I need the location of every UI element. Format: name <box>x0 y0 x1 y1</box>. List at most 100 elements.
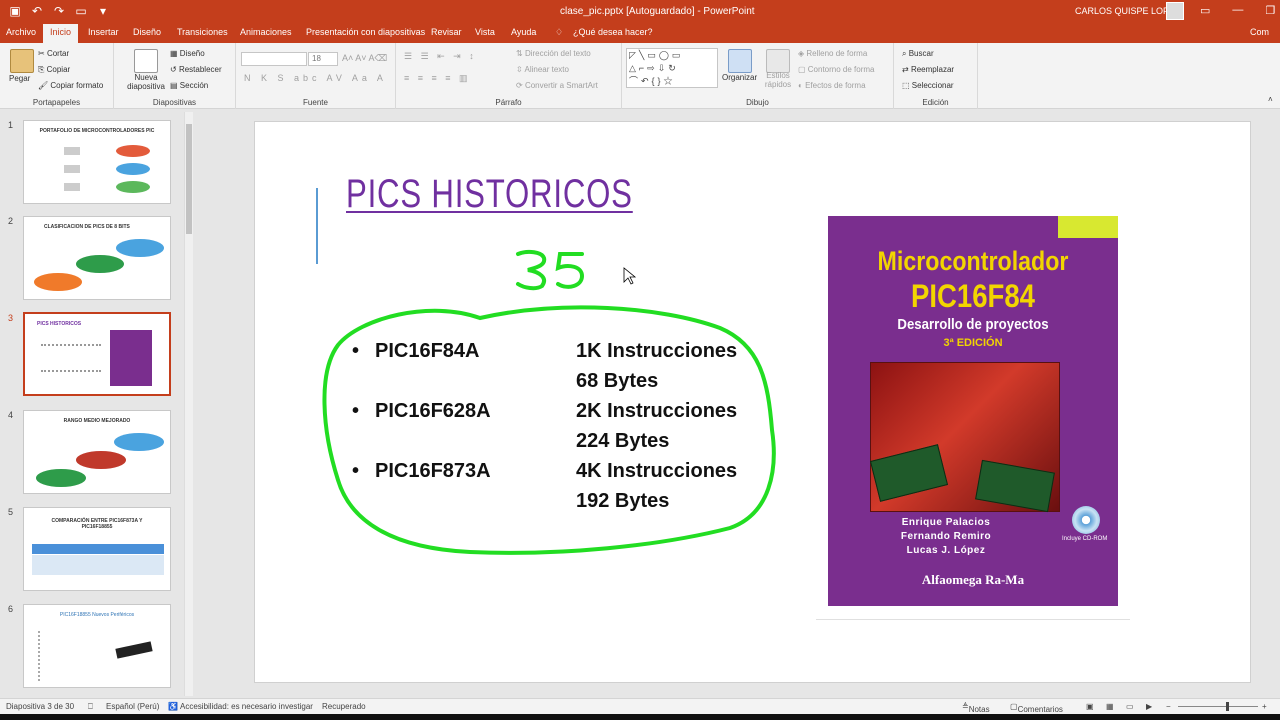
thumb-shape <box>116 181 150 193</box>
tab-ayuda[interactable]: Ayuda <box>511 27 536 37</box>
quick-styles-button[interactable]: Estilos rápidos <box>760 71 796 89</box>
thumb-number: 6 <box>8 604 14 614</box>
list-icons[interactable]: ☰ ☰ ⇤ ⇥ ↕ <box>404 51 477 62</box>
smartart-button[interactable]: ⟳ Convertir a SmartArt <box>516 81 598 90</box>
ribbon-options-icon[interactable]: ▭ <box>1200 4 1210 17</box>
zoom-in-icon[interactable]: + <box>1262 702 1267 711</box>
find-button[interactable]: ⌕ Buscar <box>902 49 934 59</box>
shape-effects-button[interactable]: ◐ Efectos de forma <box>798 81 866 90</box>
layout-button[interactable]: ▦ Diseño <box>170 49 205 58</box>
reset-button[interactable]: ↺ Restablecer <box>170 65 222 74</box>
os-taskbar <box>0 714 1280 720</box>
thumb-number: 5 <box>8 507 14 517</box>
section-button[interactable]: ▤ Sección <box>170 81 208 90</box>
slide-thumbnail-6[interactable]: PIC16F18855 Nuevos Periféricos <box>23 604 171 688</box>
book-cover-image[interactable]: Microcontrolador PIC16F84 Desarrollo de … <box>828 216 1118 606</box>
tab-diseno[interactable]: Diseño <box>133 27 161 37</box>
slide-thumbnail-2[interactable]: CLASIFICACION DE PICS DE 8 BITS <box>23 216 171 300</box>
copy-button[interactable]: ⎘ Copiar <box>38 65 70 75</box>
zoom-slider-thumb[interactable] <box>1226 702 1229 711</box>
zoom-slider[interactable] <box>1178 706 1258 707</box>
slide-sorter-icon[interactable]: ▦ <box>1106 702 1114 711</box>
tab-presentacion[interactable]: Presentación con diapositivas <box>306 27 425 37</box>
save-icon[interactable]: ▣ <box>8 4 22 18</box>
undo-icon[interactable]: ↶ <box>30 4 44 18</box>
quick-styles-icon[interactable] <box>766 49 790 73</box>
bullet-name: PIC16F628A <box>375 400 491 422</box>
quick-access-toolbar: ▣ ↶ ↷ ▭ ▾ <box>8 4 110 18</box>
group-portapapeles: Pegar ✂ Cortar ⎘ Copiar 🖌 Copiar formato… <box>0 43 114 109</box>
scrollbar-thumb[interactable] <box>186 124 192 234</box>
font-format-icons[interactable]: N K S abc AV Aa A <box>244 73 387 83</box>
thumb-shape <box>114 433 164 451</box>
accessibility-status[interactable]: Accesibilidad: es necesario investigar <box>180 702 313 711</box>
thumbnails-scrollbar[interactable] <box>184 112 193 696</box>
shape-fill-button[interactable]: ◈ Relleno de forma <box>798 49 867 58</box>
zoom-out-icon[interactable]: − <box>1166 702 1171 711</box>
group-diapositivas: Nueva diapositiva ▦ Diseño ↺ Restablecer… <box>114 43 236 109</box>
collapse-ribbon-icon[interactable]: ˄ <box>1268 95 1273 104</box>
book-subtitle: Desarrollo de proyectos <box>897 316 1049 333</box>
shapes-gallery[interactable]: ◸╲▭◯▭ △⌐⇨⇩↻ ⌒↶{}☆ <box>626 48 718 88</box>
font-name-field[interactable] <box>241 52 307 66</box>
maximize-icon[interactable]: ❐ <box>1265 4 1275 17</box>
tell-me-search[interactable]: ¿Qué desea hacer? <box>573 27 653 37</box>
slide-thumbnail-3[interactable]: PICS HISTORICOS <box>23 312 171 396</box>
recovered-status: Recuperado <box>322 702 366 711</box>
slide-thumbnail-5[interactable]: COMPARACIÓN ENTRE PIC16F873A Y PIC16F188… <box>23 507 171 591</box>
reading-view-icon[interactable]: ▭ <box>1126 702 1134 711</box>
start-slideshow-icon[interactable]: ▭ <box>74 4 88 18</box>
new-slide-icon[interactable] <box>134 49 158 73</box>
cut-button[interactable]: ✂ Cortar <box>38 49 69 58</box>
thumb-shape <box>116 163 150 175</box>
arrange-icon[interactable] <box>728 49 752 73</box>
select-button[interactable]: ⬚ Seleccionar <box>902 81 954 90</box>
user-name[interactable]: CARLOS QUISPE LOPEZ <box>1075 6 1181 16</box>
group-dibujo: ◸╲▭◯▭ △⌐⇨⇩↻ ⌒↶{}☆ Organizar Estilos rápido… <box>622 43 894 109</box>
customize-qat-icon[interactable]: ▾ <box>96 4 110 18</box>
thumb-shape <box>116 239 164 257</box>
notes-button[interactable]: ≜ Notas <box>962 702 990 714</box>
arrange-button[interactable]: Organizar <box>722 73 757 82</box>
text-direction-button[interactable]: ⇅ Dirección del texto <box>516 49 591 58</box>
language-status[interactable]: Español (Perú) <box>106 702 159 711</box>
accessibility-icon[interactable]: ♿ <box>168 702 178 711</box>
comments-button[interactable]: ▢ Comentarios <box>1010 702 1063 714</box>
shape-outline-button[interactable]: ▢ Contorno de forma <box>798 65 874 74</box>
new-slide-button[interactable]: Nueva diapositiva <box>120 73 172 91</box>
tab-animaciones[interactable]: Animaciones <box>240 27 292 37</box>
avatar[interactable] <box>1166 2 1184 20</box>
slide-thumbnail-4[interactable]: RANGO MEDIO MEJORADO <box>23 410 171 494</box>
align-icons[interactable]: ≡ ≡ ≡ ≡ ▥ <box>404 73 471 84</box>
slide-title[interactable]: PICS HISTORICOS <box>346 172 633 217</box>
book-author: Lucas J. López <box>906 545 986 556</box>
thumb-title: COMPARACIÓN ENTRE PIC16F873A Y PIC16F188… <box>51 518 143 530</box>
share-button[interactable]: Com <box>1250 27 1269 37</box>
paste-icon[interactable] <box>10 49 34 73</box>
redo-icon[interactable]: ↷ <box>52 4 66 18</box>
tab-transiciones[interactable]: Transiciones <box>177 27 228 37</box>
bullet-spec: 224 Bytes <box>576 430 670 452</box>
tab-insertar[interactable]: Insertar <box>88 27 119 37</box>
replace-button[interactable]: ⇄ Reemplazar <box>902 65 954 74</box>
thumb-shape <box>110 330 152 386</box>
minimize-icon[interactable]: — <box>1232 4 1243 17</box>
tab-vista[interactable]: Vista <box>475 27 495 37</box>
spellcheck-icon[interactable]: ⎕ <box>88 702 93 712</box>
slide-thumbnail-1[interactable]: PORTAFOLIO DE MICROCONTROLADORES PIC <box>23 120 171 204</box>
font-grow-icon[interactable]: A˄ A˅ A⌫ <box>342 53 387 64</box>
divider <box>816 619 1130 620</box>
format-painter-button[interactable]: 🖌 Copiar formato <box>38 81 103 90</box>
align-text-button[interactable]: ⇳ Alinear texto <box>516 65 569 74</box>
thumb-number: 1 <box>8 120 14 130</box>
bullet-spec: 192 Bytes <box>576 490 670 512</box>
tab-revisar[interactable]: Revisar <box>431 27 462 37</box>
paste-button[interactable]: Pegar <box>9 74 30 83</box>
thumb-shape <box>76 451 126 469</box>
tab-archivo[interactable]: Archivo <box>6 27 36 37</box>
tab-inicio[interactable]: Inicio <box>43 24 79 43</box>
slideshow-view-icon[interactable]: ▶ <box>1146 702 1152 711</box>
thumb-number: 2 <box>8 216 14 226</box>
normal-view-icon[interactable]: ▣ <box>1086 702 1094 711</box>
font-size-field[interactable]: 18 <box>308 52 338 66</box>
